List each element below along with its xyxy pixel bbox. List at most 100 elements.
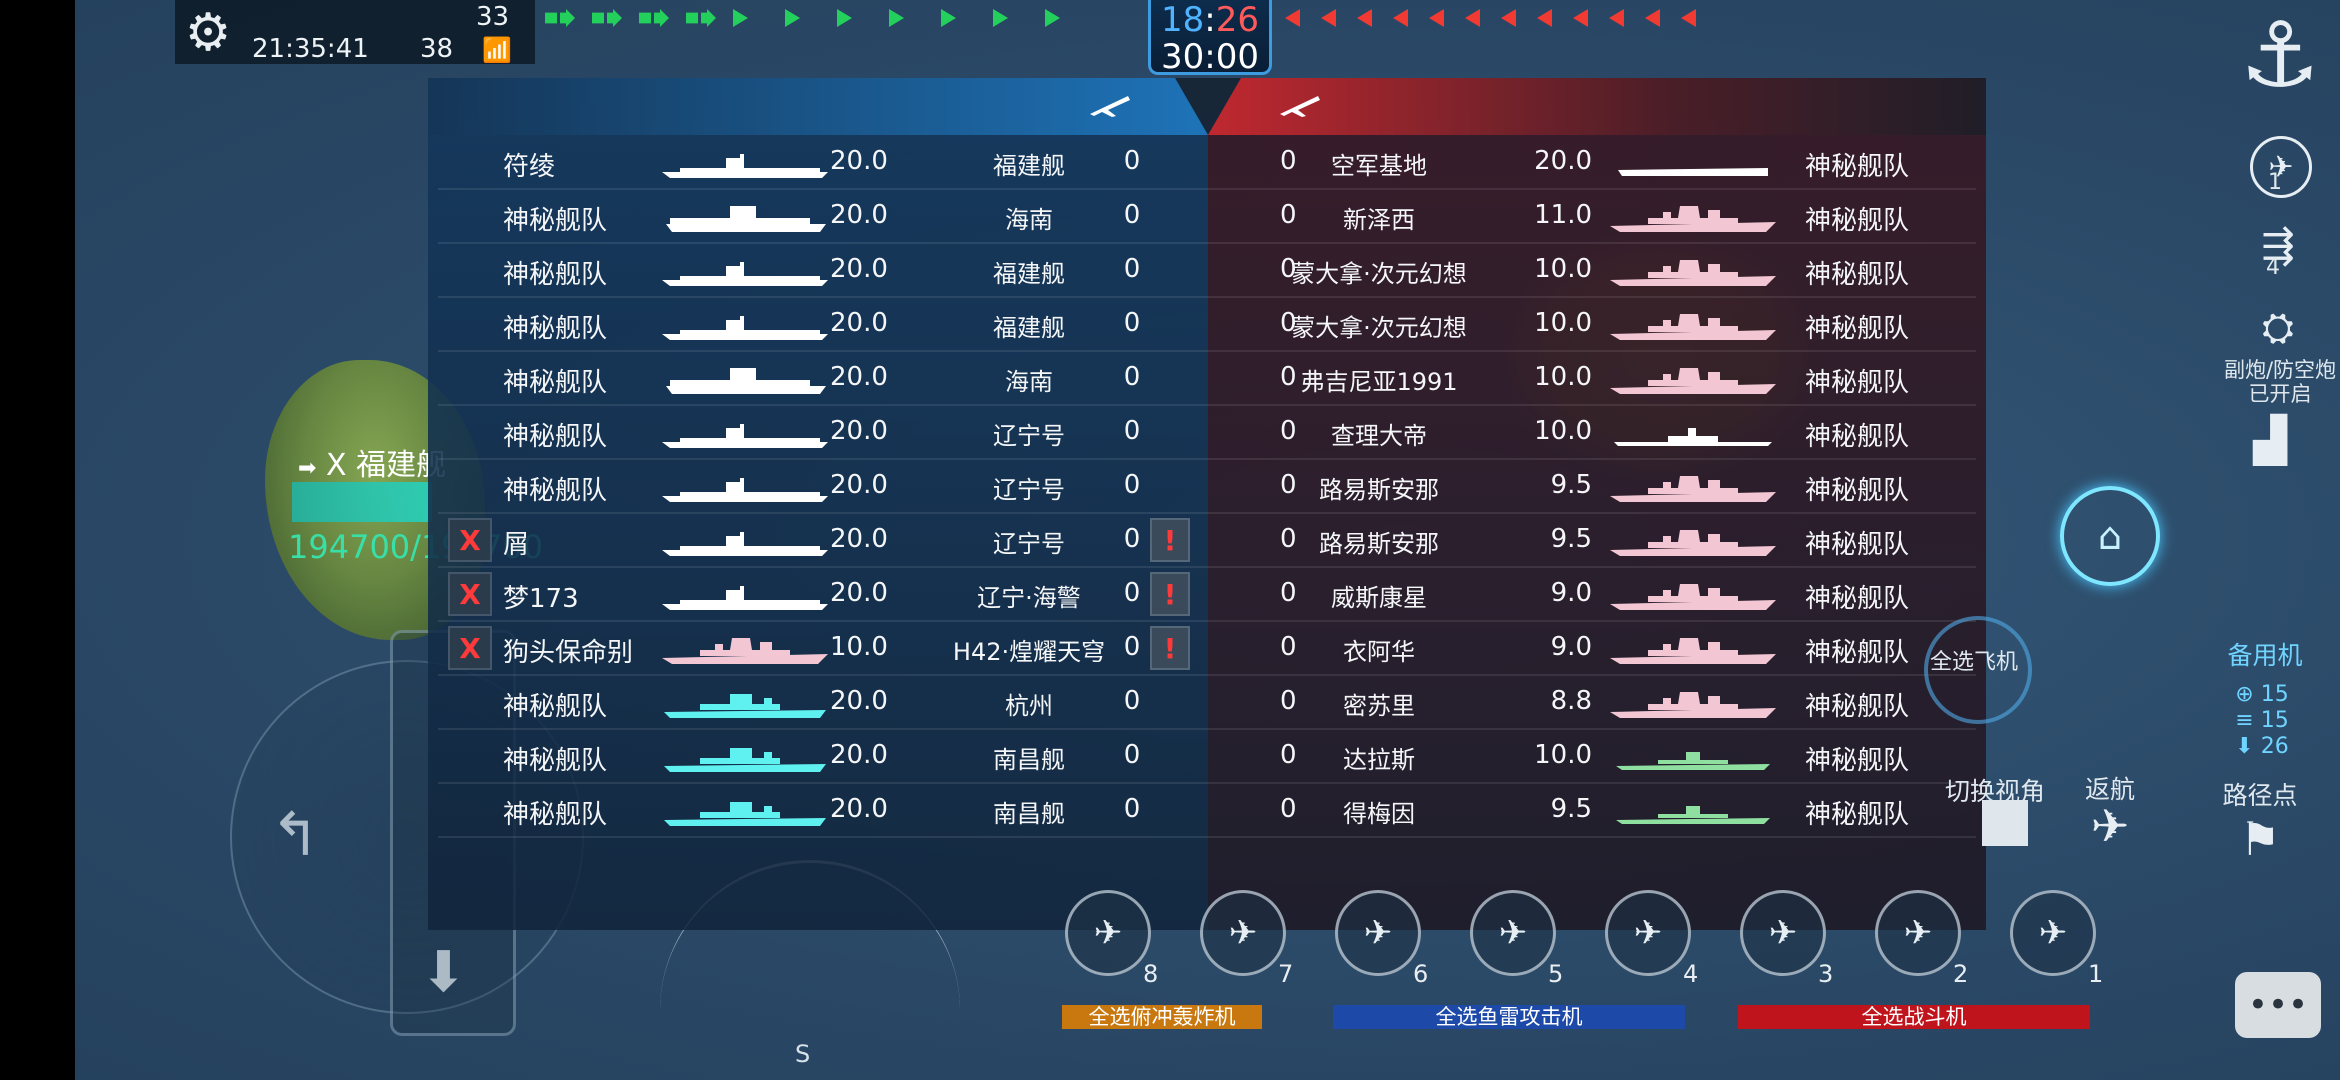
report-button[interactable]: !: [1150, 626, 1190, 670]
red-player-name: 神秘舰队: [1805, 368, 1910, 398]
squadron-7-button[interactable]: ✈: [1200, 890, 1286, 976]
throttle-down-icon[interactable]: ⬇: [420, 940, 467, 1005]
red-player-tier: 9.5: [1550, 794, 1592, 824]
ship-silhouette-icon: [660, 254, 830, 288]
fps: 33: [476, 2, 510, 32]
camera-icon[interactable]: [1982, 800, 2028, 846]
blue-ship-name: 海南: [1005, 368, 1053, 396]
squadron-5-button[interactable]: ✈: [1470, 890, 1556, 976]
blue-player-score: 0: [1123, 686, 1141, 716]
blue-score: 18: [1161, 0, 1205, 40]
gear-icon[interactable]: ⚙: [178, 3, 238, 63]
table-row: 神秘舰队 20.0 福建舰 0 0 蒙大拿·次元幻想 10.0 神秘舰队: [428, 298, 1986, 352]
report-button[interactable]: !: [1150, 572, 1190, 616]
ship-marker-icon: [889, 9, 904, 27]
return-plane-icon[interactable]: ✈: [2070, 796, 2150, 856]
score-separator: :: [1204, 0, 1216, 40]
reserve-title: 备用机: [2227, 641, 2303, 670]
blue-player-name: 神秘舰队: [503, 314, 608, 344]
ship-marker-icon: [1501, 9, 1516, 27]
blue-fleet-indicator: [545, 6, 1060, 30]
red-player-tier: 10.0: [1534, 416, 1592, 446]
select-all-aircraft[interactable]: 全选飞机: [1896, 644, 2052, 676]
reserve-count-3: ⬇ 26: [2235, 734, 2289, 759]
ship-marker-icon: [785, 9, 800, 27]
aircraft-icon: [1090, 96, 1130, 117]
red-player-name: 神秘舰队: [1805, 692, 1910, 722]
report-button[interactable]: !: [1150, 518, 1190, 562]
select-torpedo-bombers[interactable]: 全选鱼雷攻击机: [1333, 1005, 1685, 1029]
squadron-1-button[interactable]: ✈: [2010, 890, 2096, 976]
secondary-gun-icon[interactable]: ⛭: [2250, 300, 2306, 356]
ship-marker-icon: [993, 9, 1008, 27]
ship-marker-icon: [1537, 9, 1552, 27]
select-dive-bombers[interactable]: 全选俯冲轰炸机: [1062, 1005, 1262, 1029]
blue-player-tier: 20.0: [830, 200, 888, 230]
blue-player-score: 0: [1123, 308, 1141, 338]
red-player-name: 神秘舰队: [1805, 422, 1910, 452]
table-row: 神秘舰队 20.0 辽宁号 0 0 路易斯安那 9.5 神秘舰队: [428, 460, 1986, 514]
flag-icon[interactable]: ⚑: [2218, 804, 2302, 874]
ship-silhouette-icon: [1608, 362, 1778, 396]
kick-button[interactable]: X: [448, 626, 492, 670]
ship-silhouette-icon: [1608, 254, 1778, 288]
aa-gun-icon[interactable]: ▟: [2228, 410, 2312, 470]
kick-button[interactable]: X: [448, 518, 492, 562]
ship-silhouette-icon: [660, 200, 830, 234]
blue-ship-name: H42·煌耀天穹: [952, 638, 1106, 666]
ship-silhouette-icon: [660, 524, 830, 558]
ship-silhouette-icon: [660, 146, 830, 180]
squadron-number: 3: [1818, 960, 1834, 988]
reserve-count-1: ⊕ 15: [2235, 682, 2289, 707]
squadron-4-button[interactable]: ✈: [1605, 890, 1691, 976]
turn-left-icon[interactable]: ↰: [270, 800, 320, 870]
red-player-name: 神秘舰队: [1805, 206, 1910, 236]
ship-silhouette-icon: [1608, 578, 1778, 612]
squadron-number: 5: [1548, 960, 1564, 988]
ship-marker-icon: [733, 9, 748, 27]
squadron-3-button[interactable]: ✈: [1740, 890, 1826, 976]
ship-silhouette-icon: [1608, 470, 1778, 504]
red-player-name: 神秘舰队: [1805, 260, 1910, 290]
blue-player-score: 0: [1123, 794, 1141, 824]
anchor-icon[interactable]: ⚓: [2232, 2, 2328, 108]
blue-player-name: 符绫: [503, 152, 556, 182]
red-ship-name: 弗吉尼亚1991: [1300, 368, 1458, 396]
squadron-6-button[interactable]: ✈: [1335, 890, 1421, 976]
squadron-2-button[interactable]: ✈: [1875, 890, 1961, 976]
kick-button[interactable]: X: [448, 572, 492, 616]
red-ship-name: 达拉斯: [1343, 746, 1415, 774]
blue-player-tier: 20.0: [830, 740, 888, 770]
red-player-tier: 11.0: [1534, 200, 1592, 230]
blue-player-score: 0: [1123, 146, 1141, 176]
select-fighters[interactable]: 全选战斗机: [1738, 1005, 2090, 1029]
row-divider: [438, 836, 1976, 838]
blue-player-name: 神秘舰队: [503, 692, 608, 722]
blue-player-name: 神秘舰队: [503, 476, 608, 506]
reserve-count-value: 26: [2260, 734, 2289, 759]
red-ship-name: 衣阿华: [1343, 638, 1415, 666]
squadron-number: 2: [1953, 960, 1969, 988]
target-lock-icon[interactable]: ⌂: [2060, 486, 2160, 586]
secondary-status: 副炮/防空炮 已开启: [2223, 358, 2337, 406]
reserve-count-2: ≡ 15: [2235, 708, 2289, 733]
score-timer: 18:26 30:00: [1148, 0, 1272, 75]
ship-marker-icon: [592, 9, 622, 27]
ship-marker-icon: [837, 9, 852, 27]
chat-icon[interactable]: •••: [2235, 972, 2321, 1038]
blue-ship-name: 福建舰: [993, 152, 1065, 180]
blue-player-name: 屑: [503, 530, 530, 560]
ship-marker-icon: [1609, 9, 1624, 27]
red-ship-name: 蒙大拿·次元幻想: [1291, 260, 1467, 288]
ping: 38: [420, 34, 454, 64]
red-ship-name: 新泽西: [1343, 206, 1415, 234]
ship-silhouette-icon: [660, 308, 830, 342]
ship-marker-icon: ➡: [298, 456, 317, 481]
blue-player-score: 0: [1123, 470, 1141, 500]
table-row: 符绫 20.0 福建舰 0 0 空军基地 20.0 神秘舰队: [428, 136, 1986, 190]
red-player-name: 神秘舰队: [1805, 530, 1910, 560]
squadron-8-button[interactable]: ✈: [1065, 890, 1151, 976]
scoreboard-panel: 符绫 20.0 福建舰 0 0 空军基地 20.0 神秘舰队 神秘舰队 20.0 海南 0 0 新泽西 11…: [428, 78, 1986, 930]
red-player-tier: 9.5: [1550, 524, 1592, 554]
blue-player-score: 0: [1123, 200, 1141, 230]
